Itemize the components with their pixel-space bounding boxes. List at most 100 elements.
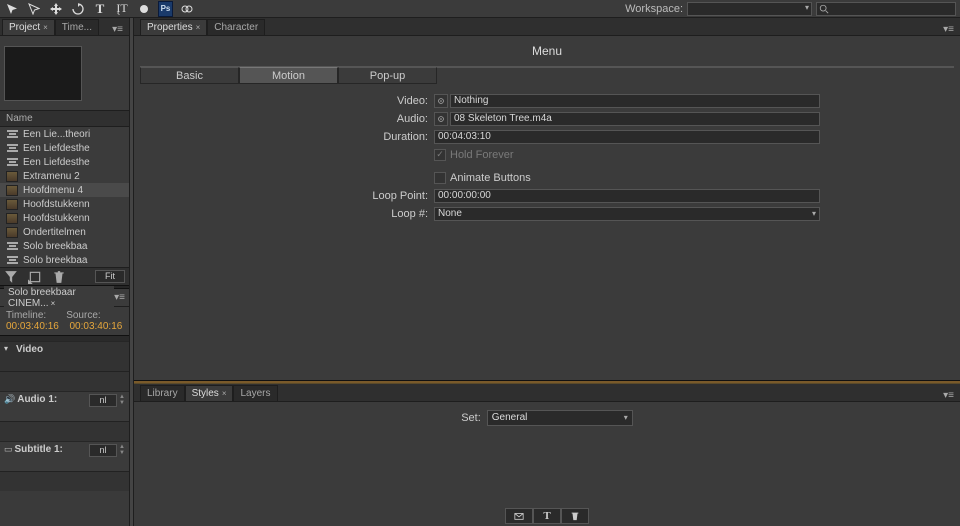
ps-icon[interactable]: Ps	[158, 1, 173, 17]
timecode-block: Timeline: Source: 00:03:40:16 00:03:40:16	[0, 307, 129, 335]
tab-library[interactable]: Library	[140, 385, 185, 401]
list-item[interactable]: Een Liefdesthe	[0, 141, 129, 155]
list-item[interactable]: Solo breekbaa	[0, 239, 129, 253]
loop-point-field[interactable]: 00:00:00:00	[434, 189, 820, 203]
loop-num-select[interactable]: None	[434, 207, 820, 221]
list-item[interactable]: Hoofdstukkenn	[0, 197, 129, 211]
subtitle-track-body[interactable]	[0, 471, 129, 491]
panel-menu-icon[interactable]: ▾≡	[112, 24, 123, 35]
tab-project[interactable]: Project×	[2, 19, 55, 35]
workspace-label: Workspace:	[625, 3, 683, 15]
list-item[interactable]: Hoofdstukkenn	[0, 211, 129, 225]
panel-menu-icon[interactable]: ▾≡	[114, 292, 125, 303]
app-toolbar: T ĮT Ps Workspace:	[0, 0, 960, 18]
audio-field[interactable]: 08 Skeleton Tree.m4a	[450, 112, 820, 126]
preview-tool[interactable]	[179, 1, 195, 17]
tab-layers[interactable]: Layers	[233, 385, 277, 401]
track-order-arrows[interactable]: ▲▼	[119, 394, 125, 406]
audio-track-label: Audio 1:	[17, 394, 87, 405]
subtab-basic[interactable]: Basic	[140, 67, 239, 84]
timeline-icon	[6, 241, 18, 252]
duration-label: Duration:	[140, 131, 434, 143]
loop-num-label: Loop #:	[140, 208, 434, 220]
menu-icon	[6, 185, 18, 196]
audio-lang-select[interactable]: nl	[89, 394, 117, 407]
subtab-popup[interactable]: Pop-up	[338, 67, 437, 84]
speaker-icon[interactable]: 🔊	[4, 394, 15, 405]
direct-select-tool[interactable]	[26, 1, 42, 17]
list-item[interactable]: Ondertitelmen	[0, 225, 129, 239]
list-item[interactable]: Extramenu 2	[0, 169, 129, 183]
project-name-header[interactable]: Name	[0, 111, 129, 127]
duration-field[interactable]: 00:04:03:10	[434, 130, 820, 144]
list-item[interactable]: Solo breekbaa	[0, 253, 129, 267]
workspace-select[interactable]	[687, 2, 812, 16]
project-preview	[0, 36, 129, 111]
menu-icon	[6, 171, 18, 182]
list-item[interactable]: Hoofdmenu 4	[0, 183, 129, 197]
new-item-icon[interactable]	[28, 270, 42, 284]
track-order-arrows[interactable]: ▲▼	[119, 444, 125, 456]
loop-point-label: Loop Point:	[140, 190, 434, 202]
audio-pickwhip-icon[interactable]	[434, 112, 448, 126]
subtitle-track-label: Subtitle 1:	[15, 444, 88, 455]
properties-panel-tabs: Properties× Character ▾≡	[134, 18, 960, 36]
list-item[interactable]: Een Lie...theori	[0, 127, 129, 141]
text-style-button[interactable]: T	[533, 508, 561, 524]
styles-panel-tabs: Library Styles× Layers ▾≡	[134, 384, 960, 402]
video-label: Video:	[140, 95, 434, 107]
apply-style-button[interactable]	[505, 508, 533, 524]
timeline-icon	[6, 255, 18, 266]
properties-title: Menu	[140, 40, 954, 66]
tab-timeline[interactable]: Solo breekbaar CINEM...×	[4, 286, 114, 310]
subtitle-icon[interactable]: ▭	[4, 444, 13, 455]
audio-label: Audio:	[140, 113, 434, 125]
audio-track-header[interactable]: 🔊 Audio 1: nl ▲▼	[0, 391, 129, 421]
motion-form: Video: Nothing Audio: 08 Skeleton Tree.m…	[140, 92, 954, 222]
set-select[interactable]: General	[487, 410, 633, 426]
edit-ps-tool[interactable]	[136, 1, 152, 17]
timeline-timecode[interactable]: 00:03:40:16	[6, 321, 60, 332]
subtitle-track-header[interactable]: ▭ Subtitle 1: nl ▲▼	[0, 441, 129, 471]
menu-icon	[6, 213, 18, 224]
styles-footer: T	[134, 506, 960, 526]
tab-character[interactable]: Character	[207, 19, 265, 35]
audio-track-body[interactable]	[0, 421, 129, 441]
project-thumbnail[interactable]	[4, 46, 82, 101]
tab-time[interactable]: Time...	[55, 19, 99, 35]
video-field[interactable]: Nothing	[450, 94, 820, 108]
hold-forever-checkbox	[434, 149, 446, 161]
project-footer: Fit	[0, 267, 129, 285]
move-tool[interactable]	[48, 1, 64, 17]
properties-subtabs: Basic Motion Pop-up	[140, 66, 954, 84]
menu-icon	[6, 227, 18, 238]
trash-icon[interactable]	[52, 270, 66, 284]
rotate-tool[interactable]	[70, 1, 86, 17]
panel-menu-icon[interactable]: ▾≡	[943, 24, 954, 35]
list-item[interactable]: Een Liefdesthe	[0, 155, 129, 169]
search-input[interactable]	[816, 2, 956, 16]
hold-forever-label: Hold Forever	[450, 149, 514, 161]
styles-body: Set: General	[134, 402, 960, 506]
source-label: Source:	[66, 310, 100, 321]
collapse-icon[interactable]: ▾	[4, 344, 14, 353]
animate-buttons-checkbox[interactable]	[434, 172, 446, 184]
selection-tool[interactable]	[4, 1, 20, 17]
video-track-label: Video	[16, 344, 125, 355]
fit-dropdown[interactable]: Fit	[95, 270, 125, 283]
video-track-body[interactable]	[0, 371, 129, 391]
project-list: Een Lie...theori Een Liefdesthe Een Lief…	[0, 127, 129, 267]
vertical-text-tool[interactable]: ĮT	[114, 1, 130, 17]
tab-properties[interactable]: Properties×	[140, 19, 207, 35]
tab-styles[interactable]: Styles×	[185, 385, 234, 401]
video-track-header[interactable]: ▾ Video	[0, 341, 129, 371]
subtitle-lang-select[interactable]: nl	[89, 444, 117, 457]
text-tool[interactable]: T	[92, 1, 108, 17]
filter-icon[interactable]	[4, 270, 18, 284]
source-timecode[interactable]: 00:03:40:16	[70, 321, 124, 332]
timeline-label: Timeline:	[6, 310, 46, 321]
panel-menu-icon[interactable]: ▾≡	[943, 390, 954, 401]
delete-style-button[interactable]	[561, 508, 589, 524]
video-pickwhip-icon[interactable]	[434, 94, 448, 108]
subtab-motion[interactable]: Motion	[239, 67, 338, 84]
